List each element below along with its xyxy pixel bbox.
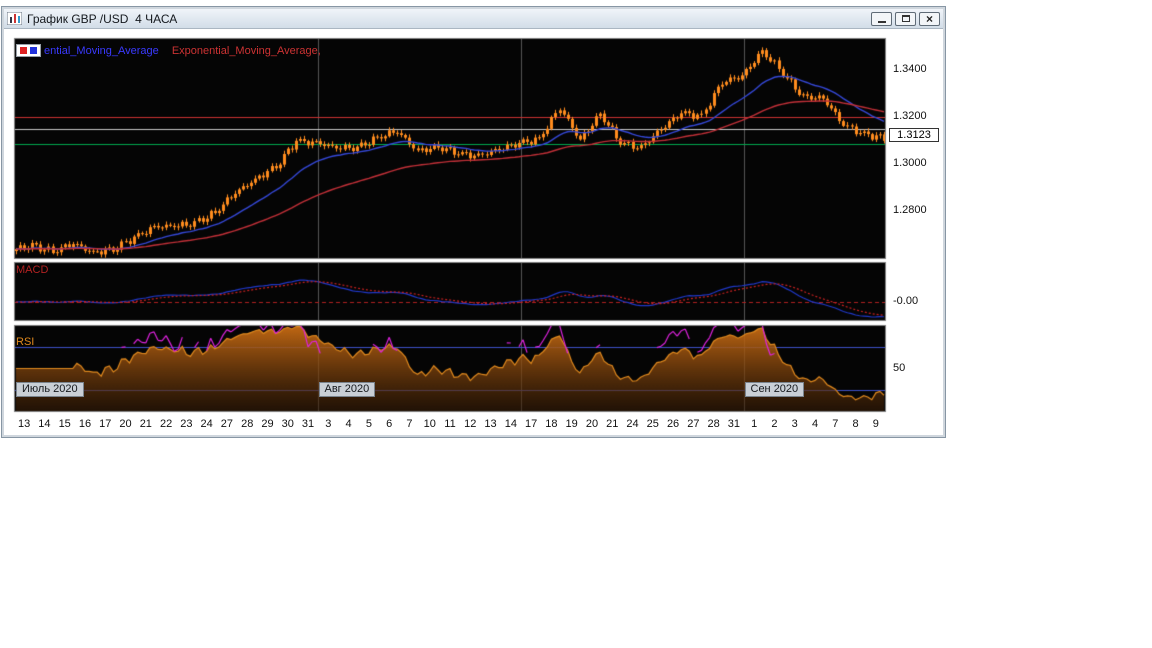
- window-controls: ×: [871, 11, 940, 26]
- close-icon: ×: [925, 11, 933, 26]
- window-title: График GBP /USD 4 ЧАСА: [27, 11, 178, 26]
- minimize-icon: [877, 20, 886, 23]
- indicator-legend: ential_Moving_Average Exponential_Moving…: [44, 45, 321, 57]
- current-price-badge: 1.3123: [889, 128, 939, 143]
- chart-canvas[interactable]: [4, 29, 943, 435]
- chart-window-icon: [7, 12, 22, 25]
- rsi-axis-value: 50: [893, 361, 906, 374]
- window-titlebar[interactable]: График GBP /USD 4 ЧАСА ×: [4, 9, 943, 29]
- ema-slow-swatch-icon: [20, 47, 27, 54]
- macd-pane-label: MACD: [16, 264, 49, 276]
- indicator-color-swatches[interactable]: [16, 44, 41, 57]
- chart-client-area: 1.3400 1.3200 1.3000 1.2800 13 14 15 16 17 20 21 22…: [4, 29, 943, 435]
- ema-fast-label: ential_Moving_Average: [44, 45, 159, 57]
- ema-slow-label: Exponential_Moving_Average,: [171, 45, 321, 57]
- rsi-pane-label: RSI: [16, 336, 35, 348]
- close-button[interactable]: ×: [919, 11, 940, 26]
- minimize-button[interactable]: [871, 11, 892, 26]
- chart-window: График GBP /USD 4 ЧАСА × 1.3400 1.3200 1.3…: [1, 6, 946, 438]
- macd-axis-value: -0.00: [893, 295, 919, 308]
- restore-button[interactable]: [895, 11, 916, 26]
- restore-icon: [901, 15, 910, 22]
- ema-fast-swatch-icon: [30, 47, 37, 54]
